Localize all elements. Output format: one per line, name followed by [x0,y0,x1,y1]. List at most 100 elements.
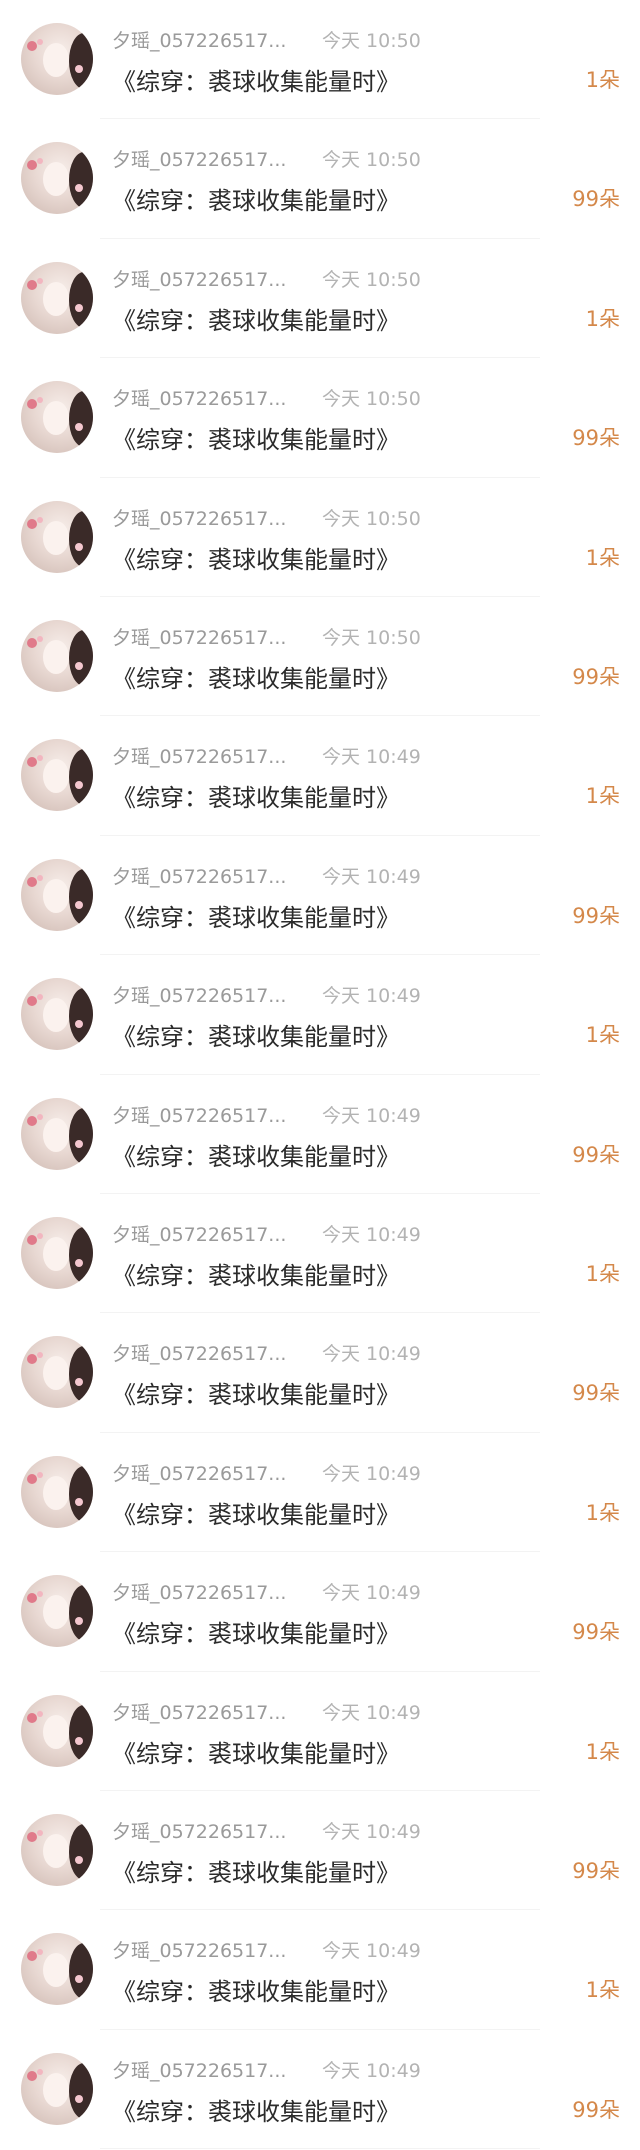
book-title: 《综穿：裘球收集能量时》 [112,306,400,335]
gift-record-item[interactable]: 夕瑶_057226517... 今天 10:49 《综穿：裘球收集能量时》 99… [0,2030,640,2150]
gift-count: 99朵 [572,665,620,689]
avatar[interactable] [21,978,93,1051]
gift-count: 99朵 [572,1142,620,1167]
username: 夕瑶_057226517... [112,1462,287,1485]
username: 夕瑶_057226517... [112,507,287,530]
timestamp: 今天 10:49 [322,1343,421,1366]
book-title: 《综穿：裘球收集能量时》 [112,545,400,574]
avatar[interactable] [21,23,93,95]
gift-count: 1朵 [585,784,620,809]
gift-count: 99朵 [572,426,620,451]
avatar[interactable] [21,1097,93,1170]
username: 夕瑶_057226517... [112,1104,287,1127]
username: 夕瑶_057226517... [112,1582,287,1605]
avatar[interactable] [21,620,93,692]
book-title: 《综穿：裘球收集能量时》 [112,2097,400,2126]
avatar[interactable] [21,1455,93,1528]
timestamp: 今天 10:50 [322,149,421,172]
timestamp: 今天 10:49 [322,1821,421,1843]
gift-record-item[interactable]: 夕瑶_057226517... 今天 10:49 《综穿：裘球收集能量时》 1朵 [0,1672,640,1791]
avatar[interactable] [21,261,93,334]
avatar[interactable] [21,1336,93,1409]
gift-record-item[interactable]: 夕瑶_057226517... 今天 10:49 《综穿：裘球收集能量时》 99… [0,1313,640,1433]
gift-count: 1朵 [585,68,620,92]
book-title: 《综穿：裘球收集能量时》 [112,68,400,96]
gift-record-item[interactable]: 夕瑶_057226517... 今天 10:49 《综穿：裘球收集能量时》 1朵 [0,1910,640,2030]
gift-record-item[interactable]: 夕瑶_057226517... 今天 10:49 《综穿：裘球收集能量时》 99… [0,836,640,956]
gift-record-item[interactable]: 夕瑶_057226517... 今天 10:49 《综穿：裘球收集能量时》 1朵 [0,955,640,1075]
gift-count: 99朵 [572,1381,620,1406]
gift-record-item[interactable]: 夕瑶_057226517... 今天 10:50 《综穿：裘球收集能量时》 99… [0,597,640,717]
username: 夕瑶_057226517... [112,149,287,172]
avatar[interactable] [21,1217,93,1289]
avatar[interactable] [21,1694,93,1767]
gift-count: 99朵 [572,903,620,928]
username: 夕瑶_057226517... [112,627,287,649]
gift-record-item[interactable]: 夕瑶_057226517... 今天 10:49 《综穿：裘球收集能量时》 1朵 [0,1433,640,1553]
book-title: 《综穿：裘球收集能量时》 [112,665,400,693]
username: 夕瑶_057226517... [112,268,287,291]
gift-record-item[interactable]: 夕瑶_057226517... 今天 10:50 《综穿：裘球收集能量时》 99… [0,119,640,239]
gift-count: 1朵 [585,1500,620,1525]
username: 夕瑶_057226517... [112,985,287,1008]
avatar[interactable] [21,1575,93,1648]
gift-count: 99朵 [572,2097,620,2122]
book-title: 《综穿：裘球收集能量时》 [112,903,400,932]
gift-record-item[interactable]: 夕瑶_057226517... 今天 10:49 《综穿：裘球收集能量时》 99… [0,1552,640,1672]
avatar[interactable] [21,858,93,931]
timestamp: 今天 10:50 [322,268,421,291]
username: 夕瑶_057226517... [112,746,287,769]
timestamp: 今天 10:49 [322,746,421,769]
gift-record-item[interactable]: 夕瑶_057226517... 今天 10:49 《综穿：裘球收集能量时》 99… [0,1791,640,1911]
book-title: 《综穿：裘球收集能量时》 [112,1978,400,2007]
gift-record-item[interactable]: 夕瑶_057226517... 今天 10:49 《综穿：裘球收集能量时》 99… [0,1075,640,1194]
timestamp: 今天 10:49 [322,2059,421,2082]
username: 夕瑶_057226517... [112,30,287,52]
gift-record-item[interactable]: 夕瑶_057226517... 今天 10:50 《综穿：裘球收集能量时》 1朵 [0,0,640,120]
gift-record-item[interactable]: 夕瑶_057226517... 今天 10:50 《综穿：裘球收集能量时》 99… [0,358,640,478]
timestamp: 今天 10:50 [322,388,421,411]
gift-record-item[interactable]: 夕瑶_057226517... 今天 10:49 《综穿：裘球收集能量时》 1朵 [0,716,640,836]
timestamp: 今天 10:49 [322,1224,421,1246]
timestamp: 今天 10:49 [322,1701,421,1724]
book-title: 《综穿：裘球收集能量时》 [112,784,400,813]
book-title: 《综穿：裘球收集能量时》 [112,1023,400,1052]
avatar[interactable] [21,1933,93,2006]
username: 夕瑶_057226517... [112,1821,287,1843]
gift-count: 1朵 [585,545,620,570]
username: 夕瑶_057226517... [112,1224,287,1246]
gift-count: 99朵 [572,187,620,212]
book-title: 《综穿：裘球收集能量时》 [112,1262,400,1290]
divider [100,2148,540,2150]
timestamp: 今天 10:50 [322,507,421,530]
book-title: 《综穿：裘球收集能量时》 [112,426,400,455]
book-title: 《综穿：裘球收集能量时》 [112,1142,400,1171]
username: 夕瑶_057226517... [112,1940,287,1963]
timestamp: 今天 10:50 [322,627,421,649]
avatar[interactable] [21,2052,93,2125]
gift-count: 99朵 [572,1620,620,1645]
book-title: 《综穿：裘球收集能量时》 [112,1739,400,1768]
avatar[interactable] [21,142,93,215]
timestamp: 今天 10:49 [322,985,421,1008]
book-title: 《综穿：裘球收集能量时》 [112,1500,400,1529]
avatar[interactable] [21,381,93,454]
username: 夕瑶_057226517... [112,865,287,888]
gift-count: 1朵 [585,306,620,331]
timestamp: 今天 10:49 [322,865,421,888]
gift-record-list: 夕瑶_057226517... 今天 10:50 《综穿：裘球收集能量时》 1朵… [0,0,640,2150]
gift-count: 1朵 [585,1739,620,1764]
username: 夕瑶_057226517... [112,2059,287,2082]
avatar[interactable] [21,739,93,812]
book-title: 《综穿：裘球收集能量时》 [112,1859,400,1887]
avatar[interactable] [21,1814,93,1886]
book-title: 《综穿：裘球收集能量时》 [112,1620,400,1649]
gift-record-item[interactable]: 夕瑶_057226517... 今天 10:50 《综穿：裘球收集能量时》 1朵 [0,478,640,597]
book-title: 《综穿：裘球收集能量时》 [112,1381,400,1410]
gift-count: 1朵 [585,1978,620,2003]
gift-record-item[interactable]: 夕瑶_057226517... 今天 10:50 《综穿：裘球收集能量时》 1朵 [0,239,640,359]
avatar[interactable] [21,500,93,573]
timestamp: 今天 10:49 [322,1940,421,1963]
gift-record-item[interactable]: 夕瑶_057226517... 今天 10:49 《综穿：裘球收集能量时》 1朵 [0,1194,640,1314]
timestamp: 今天 10:49 [322,1104,421,1127]
